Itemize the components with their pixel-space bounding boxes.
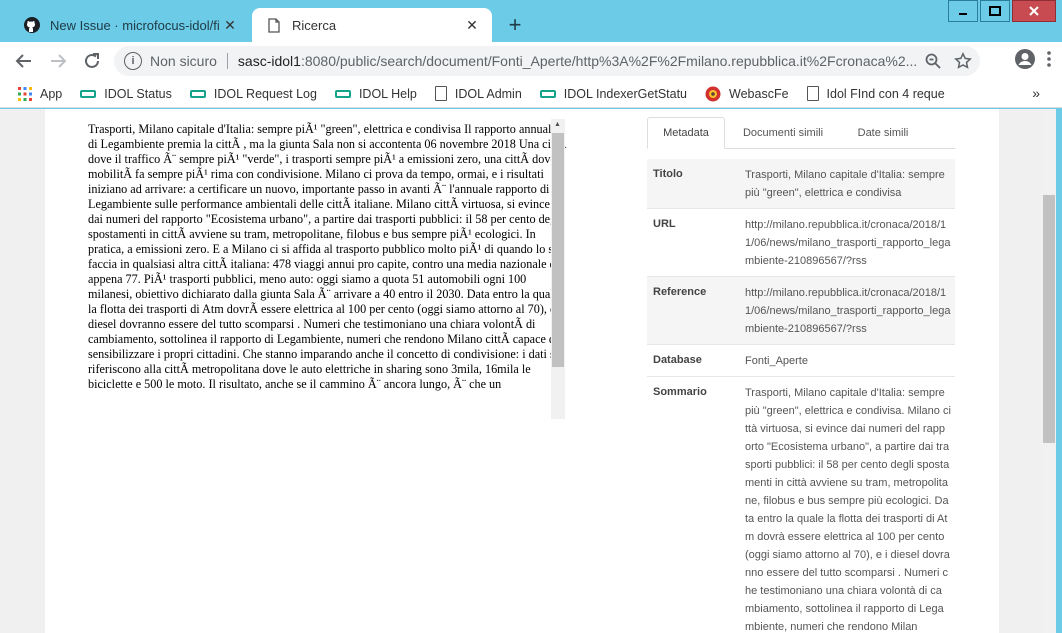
- toolbar-right: [1014, 48, 1052, 70]
- document-text: Trasporti, Milano capitale d'Italia: sem…: [88, 122, 567, 391]
- profile-icon[interactable]: [1014, 48, 1036, 70]
- bookmark-label: IDOL Status: [104, 86, 172, 101]
- metadata-row: Titolo Trasporti, Milano capitale d'Ital…: [647, 159, 955, 208]
- scroll-up-icon[interactable]: ▲: [554, 121, 561, 128]
- metadata-value: http://milano.repubblica.it/cronaca/2018…: [745, 219, 951, 267]
- bookmark-label: App: [40, 86, 63, 101]
- page-body: Trasporti, Milano capitale d'Italia: sem…: [45, 109, 999, 633]
- title-bar: New Issue · microfocus-idol/find ✕ Ricer…: [0, 0, 1062, 42]
- bookmark-idol-status[interactable]: IDOL Status: [80, 87, 172, 101]
- metadata-row: Reference http://milano.repubblica.it/cr…: [647, 276, 955, 344]
- metadata-row: URL http://milano.repubblica.it/cronaca/…: [647, 208, 955, 276]
- webasc-icon: [705, 86, 721, 102]
- minimize-icon: [959, 13, 967, 15]
- maximize-button[interactable]: [980, 0, 1010, 22]
- back-arrow-icon: [15, 54, 31, 68]
- bookmark-idol-find[interactable]: Idol FInd con 4 reque: [806, 86, 945, 101]
- more-bookmarks-icon[interactable]: »: [1032, 85, 1040, 101]
- info-icon[interactable]: i: [124, 52, 142, 70]
- bookmark-webascfe[interactable]: WebascFe: [705, 86, 789, 102]
- window-controls: [948, 0, 1056, 24]
- metadata-value: Fonti_Aperte: [745, 355, 808, 367]
- bookmark-idol-request-log[interactable]: IDOL Request Log: [189, 86, 317, 101]
- metadata-value: Trasporti, Milano capitale d'Italia: sem…: [745, 387, 951, 633]
- reload-icon: [85, 53, 99, 68]
- bookmark-label: IDOL Admin: [454, 86, 522, 101]
- page-icon: [434, 86, 447, 101]
- page-icon: [806, 86, 819, 101]
- back-button[interactable]: [10, 47, 38, 75]
- panel-tabs: Metadata Documenti simili Date simili: [647, 117, 955, 149]
- url-text[interactable]: sasc-idol1:8080/public/search/document/F…: [238, 53, 928, 69]
- forward-button[interactable]: [44, 47, 72, 75]
- bookmark-idol-admin[interactable]: IDOL Admin: [434, 86, 522, 101]
- forward-arrow-icon: [51, 54, 67, 68]
- url-path: :8080/public/search/document/Fonti_Apert…: [300, 53, 918, 69]
- tab-documenti-simili[interactable]: Documenti simili: [725, 117, 841, 149]
- tab-date-simili[interactable]: Date simili: [841, 117, 925, 149]
- window-border: [1056, 109, 1062, 633]
- address-bar[interactable]: i Non sicuro sasc-idol1:8080/public/sear…: [114, 46, 980, 76]
- metadata-key: Sommario: [653, 386, 707, 398]
- idol-icon: [334, 89, 351, 98]
- metadata-value: http://milano.repubblica.it/cronaca/2018…: [745, 287, 951, 335]
- bookmark-label: IDOL Help: [358, 86, 417, 101]
- bookmark-app[interactable]: App: [18, 86, 63, 101]
- security-label: Non sicuro: [150, 53, 217, 69]
- idol-icon: [80, 89, 97, 98]
- bookmark-label: IDOL IndexerGetStatu: [563, 86, 688, 101]
- omnibox-actions: [924, 52, 972, 70]
- idol-icon: [189, 89, 206, 98]
- minimize-button[interactable]: [948, 0, 978, 22]
- github-icon: [24, 17, 40, 33]
- metadata-row: Database Fonti_Aperte: [647, 344, 955, 376]
- bookmark-label: WebascFe: [729, 86, 789, 101]
- tab-metadata[interactable]: Metadata: [647, 117, 725, 149]
- star-icon[interactable]: [954, 52, 972, 70]
- bookmark-label: IDOL Request Log: [213, 86, 317, 101]
- apps-grid-icon: [18, 86, 32, 101]
- page-viewport: Trasporti, Milano capitale d'Italia: sem…: [0, 109, 1062, 633]
- document-scrollbar[interactable]: ▲: [551, 119, 565, 419]
- tab-new-issue[interactable]: New Issue · microfocus-idol/find ✕: [10, 8, 250, 42]
- reload-button[interactable]: [78, 47, 106, 75]
- metadata-value: Trasporti, Milano capitale d'Italia: sem…: [745, 169, 945, 199]
- tab-title: New Issue · microfocus-idol/find: [50, 17, 220, 33]
- close-tab-icon[interactable]: ✕: [220, 15, 240, 35]
- idol-icon: [539, 89, 556, 98]
- page-icon: [266, 17, 282, 33]
- divider: [226, 53, 228, 69]
- zoom-icon[interactable]: [924, 52, 942, 70]
- url-host: sasc-idol1: [237, 53, 301, 69]
- page-scrollbar[interactable]: [1042, 109, 1056, 633]
- close-tab-icon[interactable]: ✕: [462, 15, 482, 35]
- metadata-key: Database: [653, 354, 702, 366]
- tab-ricerca[interactable]: Ricerca ✕: [252, 8, 492, 42]
- browser-toolbar: i Non sicuro sasc-idol1:8080/public/sear…: [0, 42, 1062, 80]
- maximize-icon: [989, 6, 1001, 16]
- new-tab-button[interactable]: +: [503, 14, 527, 38]
- close-window-button[interactable]: [1012, 0, 1056, 22]
- scrollbar-thumb[interactable]: [552, 133, 564, 367]
- metadata-table: Titolo Trasporti, Milano capitale d'Ital…: [647, 159, 955, 633]
- document-preview[interactable]: Trasporti, Milano capitale d'Italia: sem…: [87, 119, 567, 419]
- scrollbar-thumb[interactable]: [1043, 195, 1055, 443]
- bookmark-idol-help[interactable]: IDOL Help: [334, 86, 417, 101]
- metadata-key: Reference: [653, 286, 707, 298]
- bookmark-idol-indexer[interactable]: IDOL IndexerGetStatu: [539, 86, 688, 101]
- metadata-key: URL: [653, 218, 676, 230]
- metadata-row: Sommario Trasporti, Milano capitale d'It…: [647, 376, 955, 633]
- menu-dots-icon[interactable]: [1046, 50, 1052, 68]
- close-icon: [1029, 6, 1039, 16]
- tab-title: Ricerca: [292, 17, 337, 33]
- bookmarks-bar: App IDOL Status IDOL Request Log IDOL He…: [0, 80, 1062, 108]
- bookmark-label: Idol FInd con 4 reque: [826, 86, 945, 101]
- metadata-key: Titolo: [653, 168, 683, 180]
